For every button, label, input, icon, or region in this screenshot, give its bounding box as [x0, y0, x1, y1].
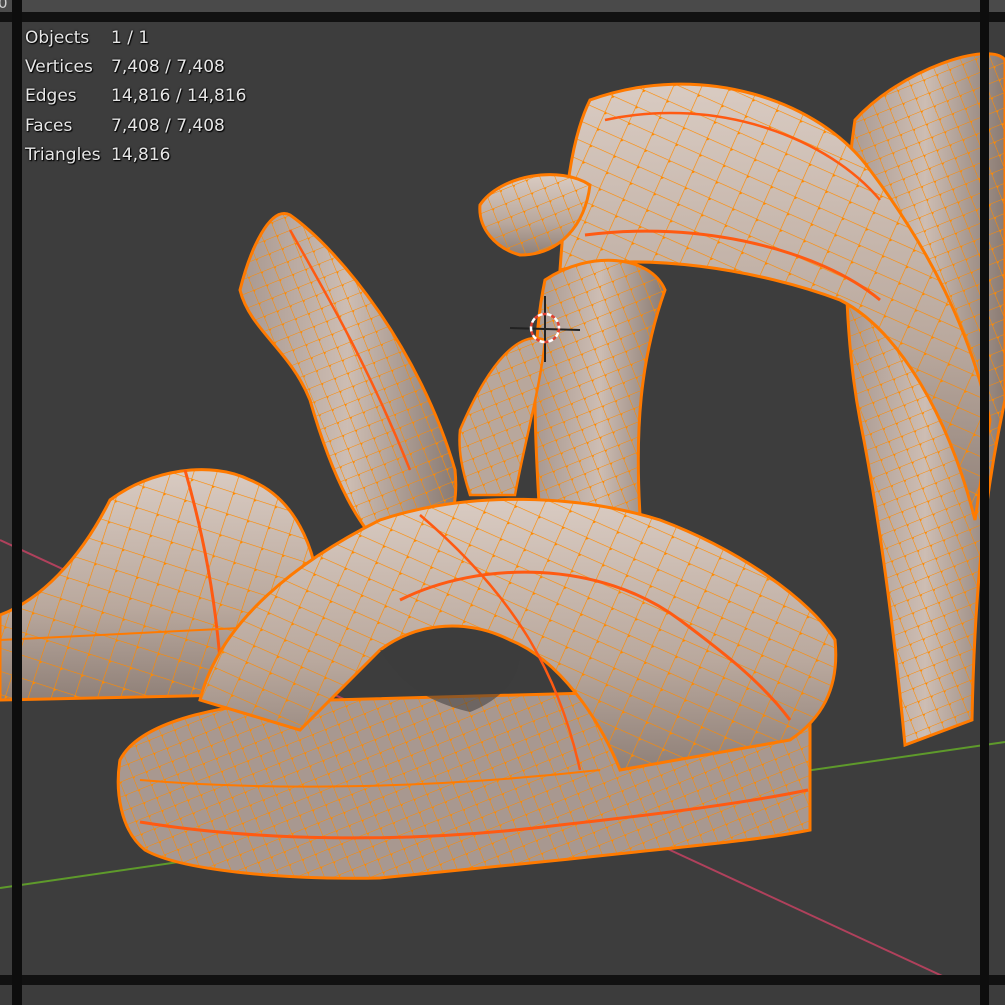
stat-row-vertices: Vertices 7,408 / 7,408: [25, 55, 247, 84]
right-frame-border: [980, 0, 989, 1005]
stat-row-edges: Edges 14,816 / 14,816: [25, 84, 247, 113]
stat-label: Triangles: [25, 144, 101, 165]
3d-viewport[interactable]: Objects 1 / 1 Vertices 7,408 / 7,408 Edg…: [0, 0, 1005, 1005]
stat-label: Vertices: [25, 57, 93, 78]
stat-label: Objects: [25, 28, 90, 48]
stat-value: 1 / 1: [111, 28, 150, 48]
blender-window: Objects 1 / 1 Vertices 7,408 / 7,408 Edg…: [0, 0, 1005, 1005]
stat-value: 14,816 / 14,816: [111, 86, 247, 107]
stat-value: 14,816: [111, 144, 171, 165]
top-header-strip: 0: [0, 0, 1005, 12]
stat-label: Edges: [25, 86, 77, 107]
stat-label: Faces: [25, 115, 73, 136]
left-frame-border: [12, 0, 22, 1005]
stat-value: 7,408 / 7,408: [111, 115, 225, 136]
stat-row-faces: Faces 7,408 / 7,408: [25, 114, 247, 143]
center-heel[interactable]: [458, 258, 667, 522]
viewport-statistics-overlay: Objects 1 / 1 Vertices 7,408 / 7,408 Edg…: [25, 26, 247, 172]
stat-row-triangles: Triangles 14,816: [25, 143, 247, 172]
stat-row-objects: Objects 1 / 1: [25, 26, 247, 55]
bottom-status-strip: [0, 985, 1005, 1005]
stat-value: 7,408 / 7,408: [111, 57, 225, 78]
corner-label: 0: [0, 0, 8, 12]
